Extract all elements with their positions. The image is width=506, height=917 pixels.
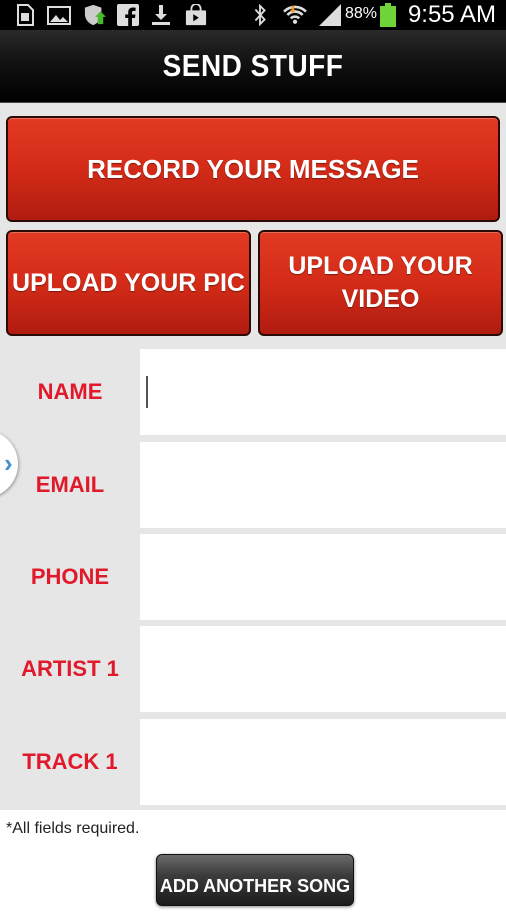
phone-label: PHONE xyxy=(30,564,110,589)
track-1-label: TRACK 1 xyxy=(22,749,118,774)
form-row-name: NAME xyxy=(0,349,506,435)
add-another-song-button[interactable]: ADD ANOTHER SONG xyxy=(156,854,354,906)
form-row-artist-1: ARTIST 1 xyxy=(0,626,506,712)
form-row-email: EMAIL xyxy=(0,442,506,528)
upload-video-label: UPLOAD YOUR VIDEO xyxy=(288,250,472,316)
download-icon xyxy=(152,5,170,25)
email-field[interactable] xyxy=(140,442,506,528)
upload-video-label-line1: UPLOAD YOUR xyxy=(288,252,473,280)
text-cursor xyxy=(146,376,148,408)
upload-pic-button[interactable]: UPLOAD YOUR PIC xyxy=(6,230,251,336)
phone-field[interactable] xyxy=(140,534,506,620)
chevron-right-icon: › xyxy=(4,448,13,478)
upload-video-label-line2: VIDEO xyxy=(341,285,420,313)
required-note: *All fields required. xyxy=(6,820,140,837)
form-row-track-1: TRACK 1 xyxy=(0,719,506,805)
battery-percent: 88% xyxy=(345,5,378,22)
shopping-bag-icon xyxy=(185,4,207,26)
track-1-field[interactable] xyxy=(140,719,506,805)
clock: 9:55 AM xyxy=(407,1,496,28)
artist-1-field[interactable] xyxy=(140,626,506,712)
action-bar: SEND STUFF xyxy=(0,30,506,103)
image-icon xyxy=(47,6,71,25)
email-label: EMAIL xyxy=(35,472,105,497)
battery-icon xyxy=(380,3,396,27)
name-label: NAME xyxy=(37,379,103,404)
artist-1-label: ARTIST 1 xyxy=(21,656,119,681)
name-field[interactable] xyxy=(140,349,506,435)
upload-video-button[interactable]: UPLOAD YOUR VIDEO xyxy=(258,230,503,336)
form-row-phone: PHONE xyxy=(0,534,506,620)
record-message-button[interactable]: RECORD YOUR MESSAGE xyxy=(6,116,500,222)
facebook-icon xyxy=(117,4,139,26)
shield-update-icon xyxy=(84,4,106,26)
signal-icon xyxy=(319,4,341,26)
sim-icon xyxy=(17,4,34,26)
wifi-icon xyxy=(283,5,307,24)
bluetooth-icon xyxy=(254,4,266,26)
page-title: SEND STUFF xyxy=(162,48,344,83)
